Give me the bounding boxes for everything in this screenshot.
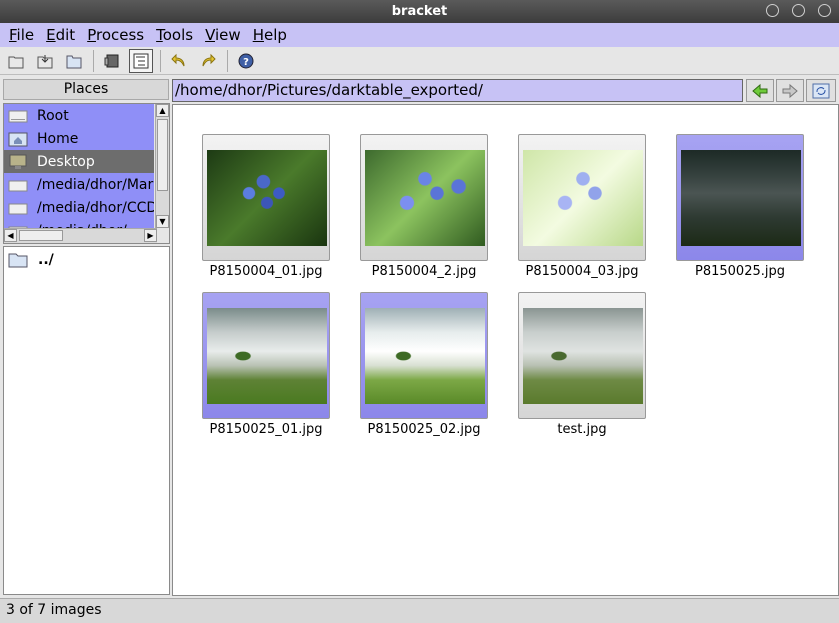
help-button[interactable]: ? bbox=[234, 49, 258, 73]
title-bar: bracket bbox=[0, 0, 839, 23]
refresh-icon bbox=[812, 83, 830, 98]
tree-view-button[interactable] bbox=[129, 48, 153, 73]
places-horizontal-scrollbar[interactable]: ◀ ▶ bbox=[4, 228, 157, 243]
maximize-button[interactable] bbox=[792, 4, 805, 17]
thumbnail-caption: test.jpg bbox=[557, 422, 607, 437]
thumbnail-frame[interactable] bbox=[360, 134, 488, 261]
thumbnail-grid: P8150004_01.jpg P8150004_2.jpg P8150004_… bbox=[172, 104, 839, 596]
thumbnail-frame[interactable] bbox=[518, 292, 646, 419]
svg-text:?: ? bbox=[243, 57, 249, 68]
place-media-2[interactable]: /media/dhor/CCD bbox=[4, 196, 154, 219]
place-media-1[interactable]: /media/dhor/Mar bbox=[4, 173, 154, 196]
thumbnail-caption: P8150025_01.jpg bbox=[209, 422, 323, 437]
thumbnail-frame[interactable] bbox=[202, 134, 330, 261]
thumbnail-caption: P8150004_01.jpg bbox=[209, 264, 323, 279]
scroll-right-arrow[interactable]: ▶ bbox=[144, 229, 157, 242]
places-header[interactable]: Places bbox=[3, 79, 169, 100]
thumbnail-item[interactable]: P8150004_03.jpg bbox=[518, 134, 646, 279]
menu-bar: File Edit Process Tools View Help bbox=[0, 23, 839, 47]
toolbar-separator bbox=[93, 49, 94, 72]
undo-icon bbox=[171, 53, 185, 66]
window-title: bracket bbox=[391, 4, 448, 19]
thumbnail-image bbox=[523, 308, 643, 404]
folder-tree: ../ bbox=[3, 246, 170, 595]
thumbnail-frame[interactable] bbox=[360, 292, 488, 419]
tree-view-icon bbox=[133, 53, 149, 68]
thumbnail-frame[interactable] bbox=[202, 292, 330, 419]
redo-icon bbox=[202, 53, 216, 66]
menu-process[interactable]: Process bbox=[81, 24, 150, 46]
arrow-left-icon bbox=[752, 83, 768, 98]
menu-edit[interactable]: Edit bbox=[40, 24, 81, 46]
close-button[interactable] bbox=[818, 4, 831, 17]
thumbnail-frame[interactable] bbox=[676, 134, 804, 261]
thumbnail-item[interactable]: P8150004_2.jpg bbox=[360, 134, 488, 279]
places-list: Root Home Desktop /media/dhor/Mar /media… bbox=[3, 103, 170, 244]
thumbnail-image bbox=[523, 150, 643, 246]
toolbar: ? bbox=[0, 47, 839, 75]
thumbnail-image bbox=[365, 308, 485, 404]
scroll-up-arrow[interactable]: ▲ bbox=[156, 104, 169, 117]
thumbnail-image bbox=[681, 150, 801, 246]
places-vertical-scrollbar[interactable]: ▲ ▼ bbox=[155, 104, 169, 228]
arrow-right-icon bbox=[782, 83, 798, 98]
home-folder-icon bbox=[8, 132, 28, 146]
folder-item-parent[interactable]: ../ bbox=[4, 249, 169, 271]
status-bar: 3 of 7 images bbox=[0, 598, 839, 623]
redo-button[interactable] bbox=[196, 49, 220, 73]
thumbnail-item[interactable]: P8150025.jpg bbox=[676, 134, 804, 279]
open-file-button[interactable] bbox=[4, 49, 28, 73]
thumbnail-image bbox=[365, 150, 485, 246]
thumbnail-caption: P8150025.jpg bbox=[695, 264, 785, 279]
scroll-thumb[interactable] bbox=[157, 119, 168, 191]
thumbnail-item[interactable]: P8150025_01.jpg bbox=[202, 292, 330, 437]
forward-button[interactable] bbox=[776, 79, 804, 102]
removable-drive-icon bbox=[8, 203, 28, 214]
folder-icon bbox=[66, 55, 82, 68]
menu-view[interactable]: View bbox=[199, 24, 247, 46]
scroll-thumb[interactable] bbox=[19, 230, 63, 241]
toolbar-separator bbox=[227, 49, 228, 72]
minimize-button[interactable] bbox=[766, 4, 779, 17]
thumbnail-image bbox=[207, 150, 327, 246]
back-button[interactable] bbox=[746, 79, 774, 102]
menu-help[interactable]: Help bbox=[247, 24, 293, 46]
open-folder-button[interactable] bbox=[62, 49, 86, 73]
save-file-icon bbox=[37, 54, 53, 68]
filmstrip-icon bbox=[104, 54, 119, 67]
thumbnail-item[interactable]: P8150025_02.jpg bbox=[360, 292, 488, 437]
thumbnail-item[interactable]: P8150004_01.jpg bbox=[202, 134, 330, 279]
folder-icon bbox=[8, 253, 28, 268]
help-icon: ? bbox=[238, 53, 254, 68]
thumbnail-image bbox=[207, 308, 327, 404]
thumbnail-caption: P8150004_2.jpg bbox=[371, 264, 477, 279]
thumbnail-item[interactable]: test.jpg bbox=[518, 292, 646, 437]
menu-tools[interactable]: Tools bbox=[150, 24, 199, 46]
thumbnail-caption: P8150025_02.jpg bbox=[367, 422, 481, 437]
save-file-button[interactable] bbox=[33, 49, 57, 73]
scroll-down-arrow[interactable]: ▼ bbox=[156, 215, 169, 228]
path-input[interactable]: /home/dhor/Pictures/darktable_exported/ bbox=[172, 79, 743, 102]
status-text: 3 of 7 images bbox=[6, 602, 102, 618]
place-desktop[interactable]: Desktop bbox=[4, 150, 154, 173]
menu-file[interactable]: File bbox=[3, 24, 40, 46]
undo-button[interactable] bbox=[167, 49, 191, 73]
refresh-button[interactable] bbox=[806, 79, 836, 102]
filmstrip-view-button[interactable] bbox=[100, 49, 124, 73]
toolbar-separator bbox=[160, 49, 161, 72]
removable-drive-icon bbox=[8, 180, 28, 191]
thumbnail-frame[interactable] bbox=[518, 134, 646, 261]
drive-icon bbox=[8, 110, 28, 122]
place-home[interactable]: Home bbox=[4, 127, 154, 150]
place-root[interactable]: Root bbox=[4, 104, 154, 127]
thumbnail-caption: P8150004_03.jpg bbox=[525, 264, 639, 279]
open-file-icon bbox=[8, 56, 24, 68]
desktop-icon bbox=[9, 154, 27, 169]
scroll-left-arrow[interactable]: ◀ bbox=[4, 229, 17, 242]
